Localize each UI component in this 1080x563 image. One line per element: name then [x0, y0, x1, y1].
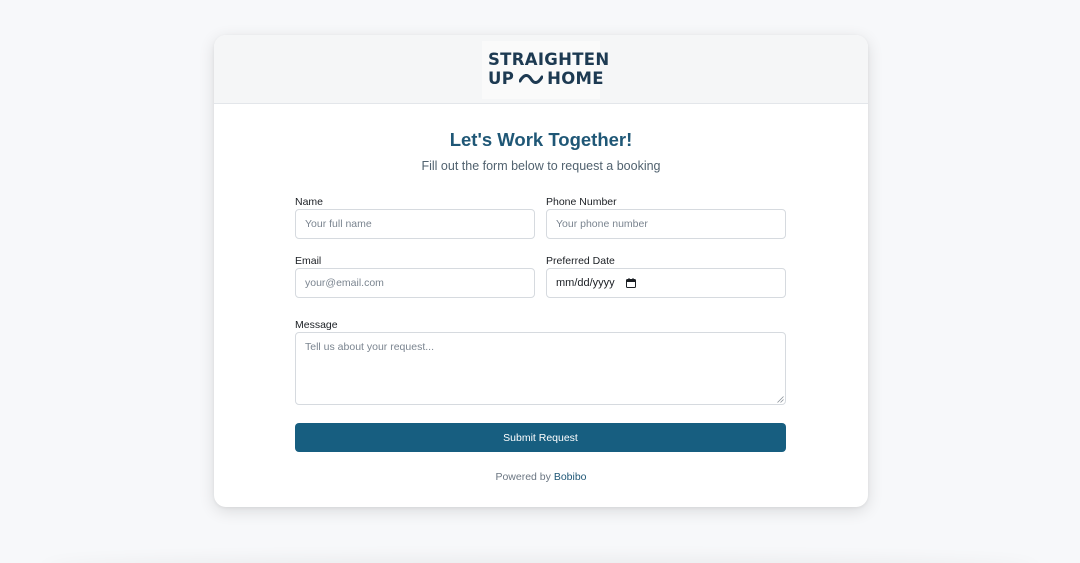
- phone-label: Phone Number: [546, 196, 617, 208]
- message-label: Message: [295, 319, 338, 331]
- logo-text-line-2: UP HOME: [488, 70, 604, 88]
- phone-input[interactable]: [546, 209, 786, 239]
- email-input[interactable]: [295, 268, 535, 298]
- form-title: Let's Work Together!: [449, 129, 633, 150]
- logo-text-home: HOME: [547, 69, 604, 88]
- form-subtitle: Fill out the form below to request a boo…: [421, 159, 661, 173]
- submit-request-button[interactable]: Submit Request: [295, 423, 786, 452]
- resize-handle-icon[interactable]: [777, 396, 784, 403]
- email-label: Email: [295, 255, 322, 267]
- booking-form-card: STRAIGHTEN UP HOME Let's Work Together! …: [214, 35, 868, 507]
- name-label: Name: [295, 196, 324, 208]
- name-input[interactable]: [295, 209, 535, 239]
- bobibo-link[interactable]: Bobibo: [554, 471, 587, 483]
- powered-by-footer: Powered by Bobibo: [214, 471, 868, 483]
- date-value: mm/dd/yyyy: [556, 277, 615, 289]
- straighten-up-home-logo: STRAIGHTEN UP HOME: [482, 41, 609, 99]
- logo-text-up: UP: [488, 69, 515, 88]
- message-textarea[interactable]: [295, 332, 786, 405]
- calendar-icon[interactable]: [625, 278, 636, 288]
- logo-wave-icon: [519, 74, 544, 84]
- card-header: STRAIGHTEN UP HOME: [214, 35, 868, 104]
- logo-text-line-1: STRAIGHTEN: [488, 50, 610, 69]
- powered-by-text: Powered by: [495, 471, 551, 483]
- preferred-date-input[interactable]: mm/dd/yyyy: [546, 268, 786, 298]
- preferred-date-label: Preferred Date: [546, 255, 615, 267]
